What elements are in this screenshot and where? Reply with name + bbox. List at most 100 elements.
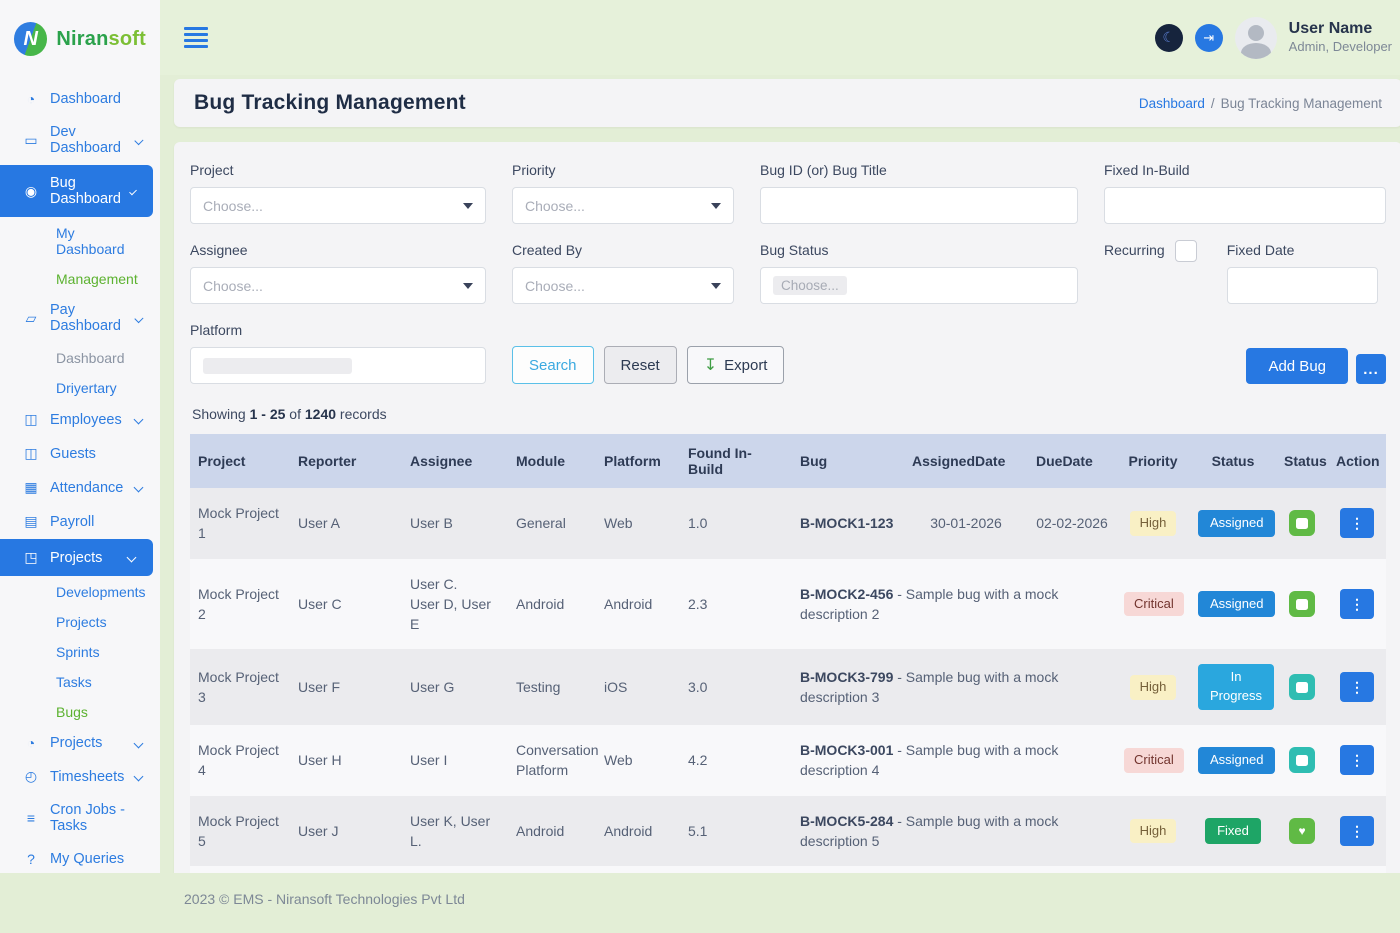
filter-panel: Project Choose... Priority Choose... Bug… [190,162,1386,384]
sidebar-item-developments[interactable]: Developments [0,577,160,606]
sidebar-item-payroll[interactable]: ▤ Payroll [0,505,160,538]
list-icon: ≡ [22,810,40,826]
sidebar-item-my-queries[interactable]: ? My Queries [0,843,160,873]
page-header: Bug Tracking Management Dashboard/Bug Tr… [174,79,1400,127]
sidebar-item-tasks[interactable]: Tasks [0,667,160,696]
app-logo[interactable]: N Niransoft [0,0,160,82]
bug-cell: B-MOCK1-123 [792,488,904,559]
column-header: Action [1328,434,1386,488]
recurring-label: Recurring [1104,242,1165,258]
heart-icon[interactable]: ♥ [1289,818,1315,844]
login-button[interactable]: ⇥ [1195,24,1223,52]
more-actions-button[interactable]: ... [1356,354,1386,384]
money-icon: ▤ [22,513,40,530]
bug-table: ProjectReporterAssigneeModulePlatformFou… [190,434,1386,873]
row-actions-button[interactable]: ⋮ [1340,745,1374,775]
sidebar-item-guests[interactable]: ◫ Guests [0,437,160,470]
breadcrumb: Dashboard/Bug Tracking Management [1139,96,1382,111]
chevron-down-icon [129,187,137,195]
column-header: Reporter [290,434,402,488]
recurring-checkbox[interactable] [1175,240,1197,262]
priority-label: Priority [512,162,734,178]
user-name: User Name [1289,19,1392,39]
comment-icon[interactable] [1289,591,1315,617]
platform-input[interactable] [190,347,486,384]
bug-status-label: Bug Status [760,242,1078,258]
records-summary-top: Showing 1 - 25 of 1240 records [192,406,1386,422]
sidebar-item-timesheets[interactable]: ◴ Timesheets [0,760,160,793]
calendar-grid-icon: ▦ [22,479,40,496]
dark-mode-button[interactable]: ☾ [1155,24,1183,52]
sidebar-item-attendance[interactable]: ▦ Attendance [0,471,160,504]
column-header: Platform [596,434,680,488]
fixed-date-input[interactable] [1227,267,1378,304]
sidebar-item-driyertary[interactable]: Driyertary [0,373,160,402]
bug-id-input[interactable] [760,187,1078,224]
project-select[interactable]: Choose... [190,187,486,224]
column-header: Assignee [402,434,508,488]
sidebar-item-cron-jobs-tasks[interactable]: ≡ Cron Jobs - Tasks [0,794,160,842]
bug-cell: B-MOCK5-284 - Sample bug with a mock des… [792,796,1116,867]
assignee-select[interactable]: Choose... [190,267,486,304]
row-actions-button[interactable]: ⋮ [1340,816,1374,846]
fixed-in-build-input[interactable] [1104,187,1386,224]
sidebar-item-pay-dashboard[interactable]: ▱ Pay Dashboard [0,294,160,342]
column-header: Found In-Build [680,434,792,488]
chevron-down-icon [134,772,144,782]
sidebar-item-dashboard[interactable]: ◔ Dashboard [0,83,160,115]
bug-status-multiselect[interactable]: Choose... [760,267,1078,304]
menu-toggle-button[interactable] [180,23,212,52]
comment-icon[interactable] [1289,747,1315,773]
row-actions-button[interactable]: ⋮ [1340,589,1374,619]
login-icon: ⇥ [1203,30,1214,46]
status-badge: Assigned [1198,591,1275,618]
sidebar-item-dashboard[interactable]: Dashboard [0,343,160,372]
clock-icon: ◴ [22,768,40,785]
app-window: N Niransoft ◔ Dashboard ▭ Dev Dashboard … [0,0,1400,873]
reset-button[interactable]: Reset [604,346,677,384]
bug-list-card: Project Choose... Priority Choose... Bug… [174,142,1400,873]
sidebar-item-management[interactable]: Management [0,264,160,293]
comment-icon[interactable] [1289,510,1315,536]
sidebar-item-projects[interactable]: ◳ Projects [0,539,153,576]
page-title: Bug Tracking Management [194,91,466,115]
comment-icon[interactable] [1289,674,1315,700]
column-header: Bug [792,434,904,488]
table-header-row: ProjectReporterAssigneeModulePlatformFou… [190,434,1386,488]
sidebar-item-projects[interactable]: ◔ Projects [0,727,160,759]
sidebar-item-projects[interactable]: Projects [0,607,160,636]
search-button[interactable]: Search [512,346,594,384]
chevron-down-icon [134,738,144,748]
priority-select[interactable]: Choose... [512,187,734,224]
monitor-icon: ▭ [22,132,40,149]
export-button[interactable]: ↧Export [687,346,785,384]
avatar[interactable] [1235,17,1277,59]
sidebar-item-my-dashboard[interactable]: My Dashboard [0,218,160,263]
table-row: Mock Project 1User AUser BGeneralWeb1.0B… [190,488,1386,559]
bug-cell: B-MOCK3-799 - Sample bug with a mock des… [792,649,1116,725]
moon-icon: ☾ [1162,29,1175,46]
priority-badge: Critical [1124,748,1184,773]
sidebar-item-bugs[interactable]: Bugs [0,697,160,726]
status-badge: Assigned [1198,747,1275,774]
table-row: Mock Project 4User HUser IConversation P… [190,725,1386,796]
bug-icon: ◉ [22,183,40,200]
users-icon: ◫ [22,411,40,428]
status-badge: In Progress [1198,664,1274,710]
sidebar-item-employees[interactable]: ◫ Employees [0,403,160,436]
sidebar-item-dev-dashboard[interactable]: ▭ Dev Dashboard [0,116,160,164]
created-by-select[interactable]: Choose... [512,267,734,304]
sidebar-item-sprints[interactable]: Sprints [0,637,160,666]
sidebar-item-bug-dashboard[interactable]: ◉ Bug Dashboard [0,165,153,217]
bug-cell: B-MOCK2-456 - Sample bug with a mock des… [792,559,1116,650]
bug-cell: B-MOCK5-284 - Sample bug with a mock des… [792,866,1116,873]
breadcrumb-dashboard-link[interactable]: Dashboard [1139,96,1205,111]
row-actions-button[interactable]: ⋮ [1340,508,1374,538]
users-icon: ◫ [22,445,40,462]
niransoft-logo-icon: N [14,22,47,56]
add-bug-button[interactable]: Add Bug [1246,348,1348,384]
table-row: Mock Project 5User JUser K, User LAndroi… [190,866,1386,873]
column-header: Module [508,434,596,488]
row-actions-button[interactable]: ⋮ [1340,672,1374,702]
bug-cell: B-MOCK3-001 - Sample bug with a mock des… [792,725,1116,796]
